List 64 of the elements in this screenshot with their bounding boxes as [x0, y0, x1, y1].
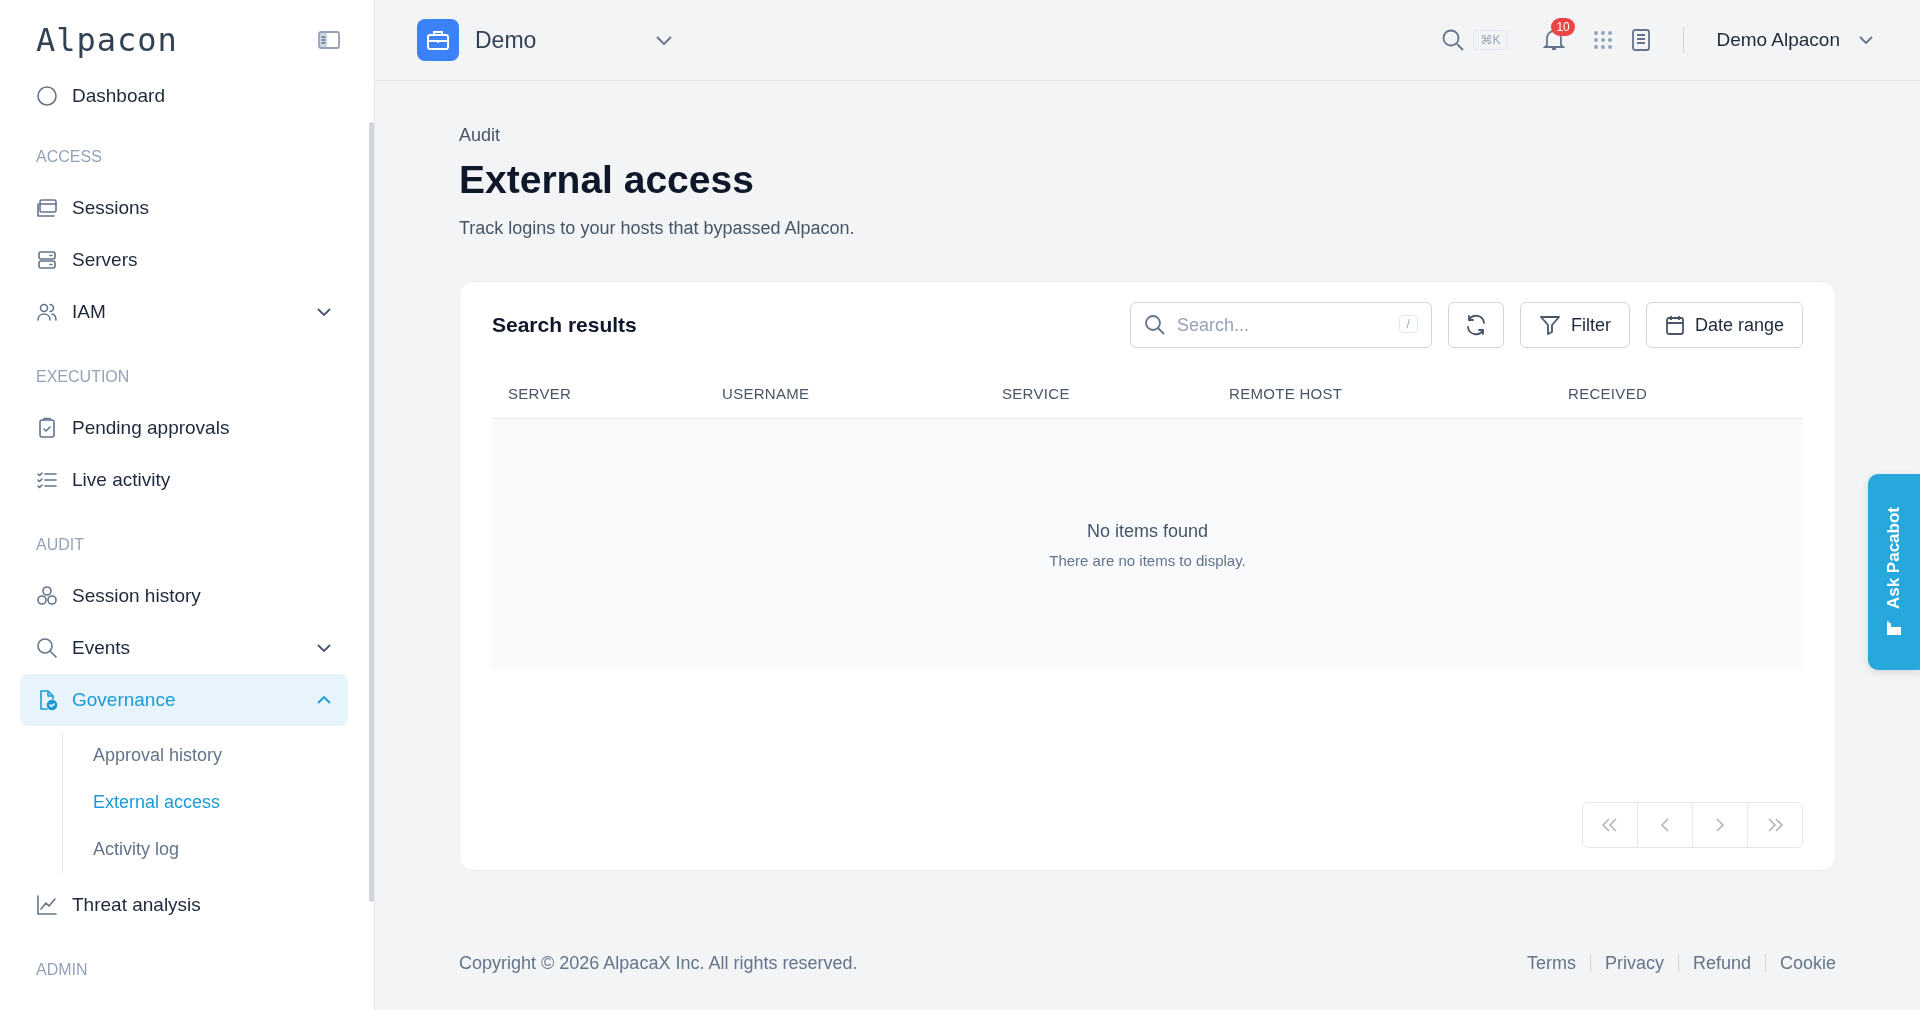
- sidebar-item[interactable]: Live activity: [20, 454, 348, 506]
- card-title: Search results: [492, 313, 637, 337]
- copyright-text: Copyright © 2026 AlpacaX Inc. All rights reserved.: [459, 952, 858, 974]
- empty-message: There are no items to display.: [1049, 552, 1246, 569]
- section-heading: ADMIN: [35, 960, 89, 980]
- users-icon: [36, 301, 58, 323]
- sidebar-item[interactable]: Session history: [20, 570, 348, 622]
- shortcut-hint: ⌘K: [1473, 30, 1508, 50]
- refresh-button[interactable]: [1447, 302, 1504, 348]
- sidebar-item[interactable]: Servers: [20, 234, 348, 286]
- column-header[interactable]: SERVICE: [1002, 384, 1229, 402]
- sidebar-item[interactable]: Pending approvals: [20, 402, 348, 454]
- date-range-button[interactable]: Date range: [1645, 302, 1803, 348]
- footer-link[interactable]: Cookie: [1779, 952, 1836, 974]
- footer-link[interactable]: Privacy: [1604, 952, 1664, 974]
- chevron-icon[interactable]: [316, 307, 332, 317]
- submenu-item[interactable]: Approval history: [93, 732, 348, 779]
- column-header[interactable]: RECEIVED: [1568, 384, 1787, 402]
- chevron-icon[interactable]: [655, 34, 673, 46]
- double-chevron-right-icon: [1765, 817, 1785, 833]
- cubes-icon: [36, 585, 58, 607]
- chevron-left-icon: [1659, 817, 1671, 833]
- document-icon[interactable]: [1631, 28, 1652, 52]
- chart-icon: [36, 894, 58, 916]
- logo[interactable]: Alpacon: [36, 21, 178, 59]
- chevron-icon[interactable]: [316, 643, 332, 653]
- sidebar-item[interactable]: IAM: [20, 286, 348, 338]
- chevron-right-icon: [1714, 817, 1726, 833]
- empty-title: No items found: [1086, 521, 1209, 542]
- chevron-icon[interactable]: [1858, 35, 1874, 45]
- apps-grid-icon[interactable]: [1593, 30, 1614, 50]
- user-menu[interactable]: Demo Alpacon: [1716, 29, 1840, 51]
- clipboard-icon: [36, 417, 58, 439]
- list-icon: [36, 469, 58, 491]
- briefcase-icon: [417, 19, 459, 61]
- servers-icon: [36, 249, 58, 271]
- search-icon: [36, 637, 58, 659]
- workspace-name[interactable]: Demo: [475, 26, 655, 54]
- double-chevron-left-icon: [1600, 817, 1620, 833]
- section-heading: EXECUTION: [35, 367, 131, 387]
- section-heading: ACCESS: [35, 147, 103, 167]
- search-icon[interactable]: [1441, 28, 1466, 52]
- notification-count: 10: [1551, 18, 1575, 36]
- submenu-item[interactable]: Activity log: [93, 826, 348, 873]
- sidebar-toggle-icon[interactable]: [318, 31, 340, 49]
- section-heading: AUDIT: [35, 535, 85, 555]
- column-header[interactable]: USERNAME: [722, 384, 1002, 402]
- sidebar-item[interactable]: Sessions: [20, 182, 348, 234]
- sidebar-item[interactable]: Dashboard: [20, 80, 348, 118]
- footer-link[interactable]: Terms: [1526, 952, 1576, 974]
- calendar-icon: [1664, 314, 1685, 336]
- shortcut-hint: /: [1398, 315, 1418, 333]
- sessions-icon: [36, 197, 58, 219]
- filter-icon: [1538, 314, 1561, 336]
- page-subtitle: Track logins to your hosts that bypassed Alpacon.: [459, 218, 856, 239]
- column-header[interactable]: SERVER: [508, 384, 722, 402]
- footer-link[interactable]: Refund: [1692, 952, 1751, 974]
- sidebar-item[interactable]: Events: [20, 622, 348, 674]
- sidebar-item[interactable]: Threat analysis: [20, 879, 348, 931]
- page-title: External access: [459, 158, 755, 202]
- search-icon: [1143, 314, 1166, 336]
- column-header[interactable]: REMOTE HOST: [1229, 384, 1568, 402]
- breadcrumb[interactable]: Audit: [459, 125, 1836, 146]
- filter-button[interactable]: Filter: [1519, 302, 1630, 348]
